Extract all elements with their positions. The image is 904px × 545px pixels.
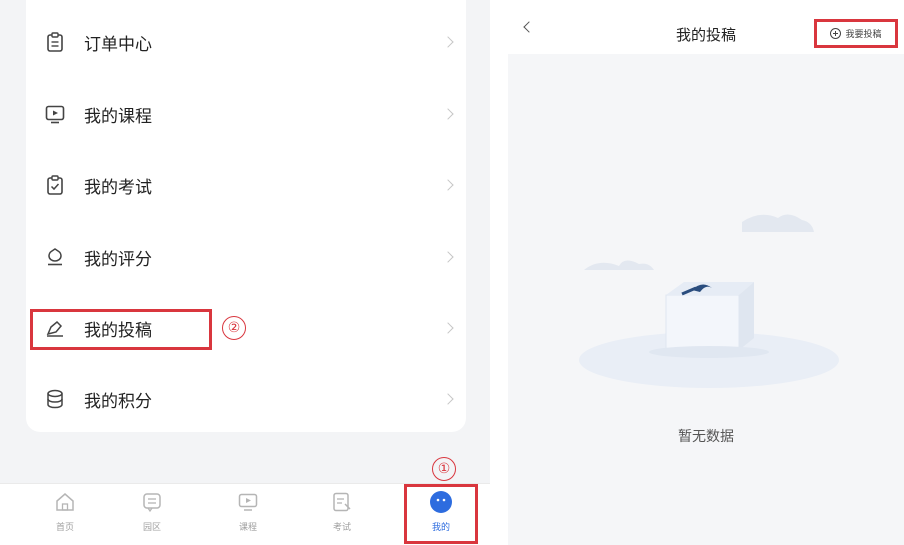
tab-label: 首页 xyxy=(55,523,74,533)
menu-item-orders[interactable]: 订单中心 xyxy=(26,7,466,77)
menu-item-ratings[interactable]: 我的评分 xyxy=(26,222,466,292)
step-2-marker: ② xyxy=(222,316,246,340)
course-icon xyxy=(236,490,260,514)
home-icon xyxy=(53,490,77,514)
highlight-box-mine-tab xyxy=(404,484,478,544)
highlight-box-submissions xyxy=(30,309,212,350)
profile-menu-screen: 订单中心 我的课程 我的考试 我的评分 我的投稿 我的积分 ② ① 首页 园区 … xyxy=(0,0,490,545)
community-icon xyxy=(140,490,164,514)
chevron-right-icon xyxy=(442,251,454,263)
tab-home[interactable]: 首页 xyxy=(35,490,95,542)
menu-item-points[interactable]: 我的积分 xyxy=(26,364,466,434)
tab-label: 园区 xyxy=(142,523,161,533)
my-submissions-screen: 我的投稿 我要投稿 暂无数据 xyxy=(508,0,904,545)
plus-circle-icon xyxy=(830,28,842,39)
exam-icon xyxy=(330,490,354,514)
course-screen-icon xyxy=(44,103,66,125)
new-submission-label: 我要投稿 xyxy=(845,30,882,40)
tab-community[interactable]: 园区 xyxy=(122,490,182,542)
chevron-right-icon xyxy=(442,393,454,405)
points-database-icon xyxy=(44,388,66,410)
tab-label: 课程 xyxy=(238,523,257,533)
step-1-marker: ① xyxy=(432,457,456,481)
tab-label: 考试 xyxy=(332,523,351,533)
menu-card: 订单中心 我的课程 我的考试 我的评分 我的投稿 我的积分 xyxy=(26,0,466,432)
order-clipboard-icon xyxy=(44,31,66,53)
menu-item-label: 我的积分 xyxy=(84,391,152,412)
chevron-right-icon xyxy=(442,322,454,334)
menu-item-label: 我的课程 xyxy=(84,106,152,127)
menu-item-label: 订单中心 xyxy=(84,34,152,55)
empty-state-text: 暂无数据 xyxy=(678,429,734,445)
menu-item-label: 我的评分 xyxy=(84,249,152,270)
chevron-right-icon xyxy=(442,108,454,120)
empty-box-illustration xyxy=(579,214,839,388)
new-submission-button[interactable]: 我要投稿 xyxy=(814,19,898,48)
chevron-right-icon xyxy=(442,36,454,48)
tab-exams[interactable]: 考试 xyxy=(312,490,372,542)
nav-bar: 我的投稿 我要投稿 xyxy=(508,0,904,54)
menu-item-courses[interactable]: 我的课程 xyxy=(26,79,466,149)
tab-courses[interactable]: 课程 xyxy=(218,490,278,542)
rating-flower-icon xyxy=(44,246,66,268)
chevron-right-icon xyxy=(442,179,454,191)
menu-item-exams[interactable]: 我的考试 xyxy=(26,150,466,220)
exam-clipboard-icon xyxy=(44,174,66,196)
menu-item-label: 我的考试 xyxy=(84,177,152,198)
